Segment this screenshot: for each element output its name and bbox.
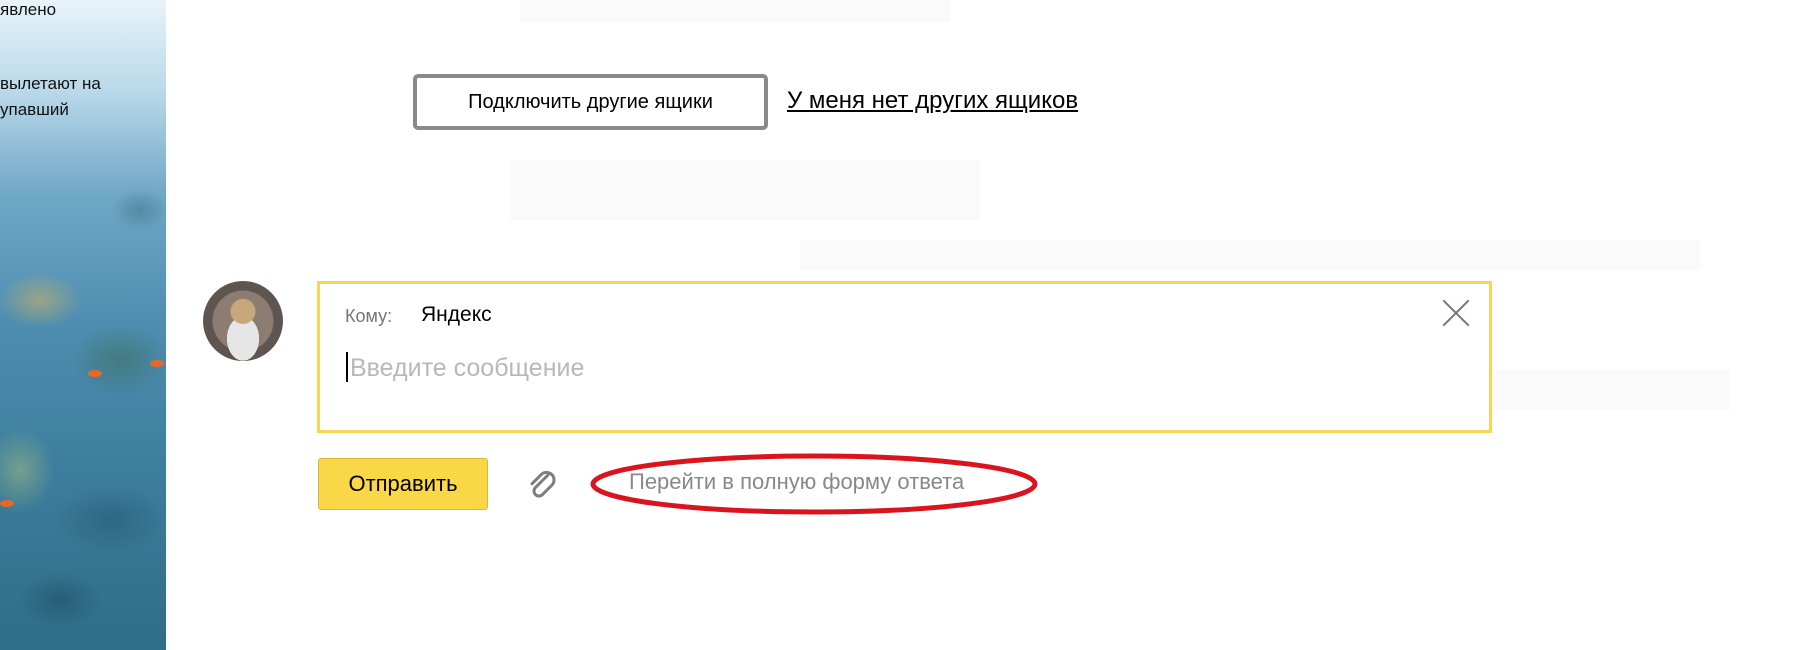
news-sidebar: явлено вылетают на упавший: [0, 0, 166, 650]
recipient-value[interactable]: Яндекс: [421, 303, 492, 327]
news-line-3: упавший: [0, 100, 69, 119]
message-input[interactable]: [344, 350, 1450, 386]
no-other-mailboxes-link[interactable]: У меня нет других ящиков: [787, 87, 1078, 115]
quick-reply-box: Кому: Яндекс: [317, 281, 1492, 433]
full-form-highlight: Перейти в полную форму ответа: [588, 452, 1040, 516]
news-line-2: вылетают на: [0, 74, 101, 93]
ghost-text: [520, 0, 950, 22]
news-line-1: явлено: [0, 0, 57, 19]
fish-decoration: [0, 500, 14, 507]
fish-decoration: [150, 360, 164, 367]
to-label: Кому:: [345, 306, 393, 326]
ghost-text: [510, 160, 980, 220]
connect-mailboxes-button[interactable]: Подключить другие ящики: [413, 74, 768, 130]
paperclip-icon[interactable]: [524, 466, 562, 504]
avatar: [203, 281, 283, 361]
text-caret: [346, 352, 348, 382]
close-icon[interactable]: [1441, 298, 1471, 328]
ghost-text: [800, 240, 1700, 270]
send-button[interactable]: Отправить: [318, 458, 488, 510]
fish-decoration: [88, 370, 102, 377]
full-reply-form-link[interactable]: Перейти в полную форму ответа: [629, 469, 964, 495]
